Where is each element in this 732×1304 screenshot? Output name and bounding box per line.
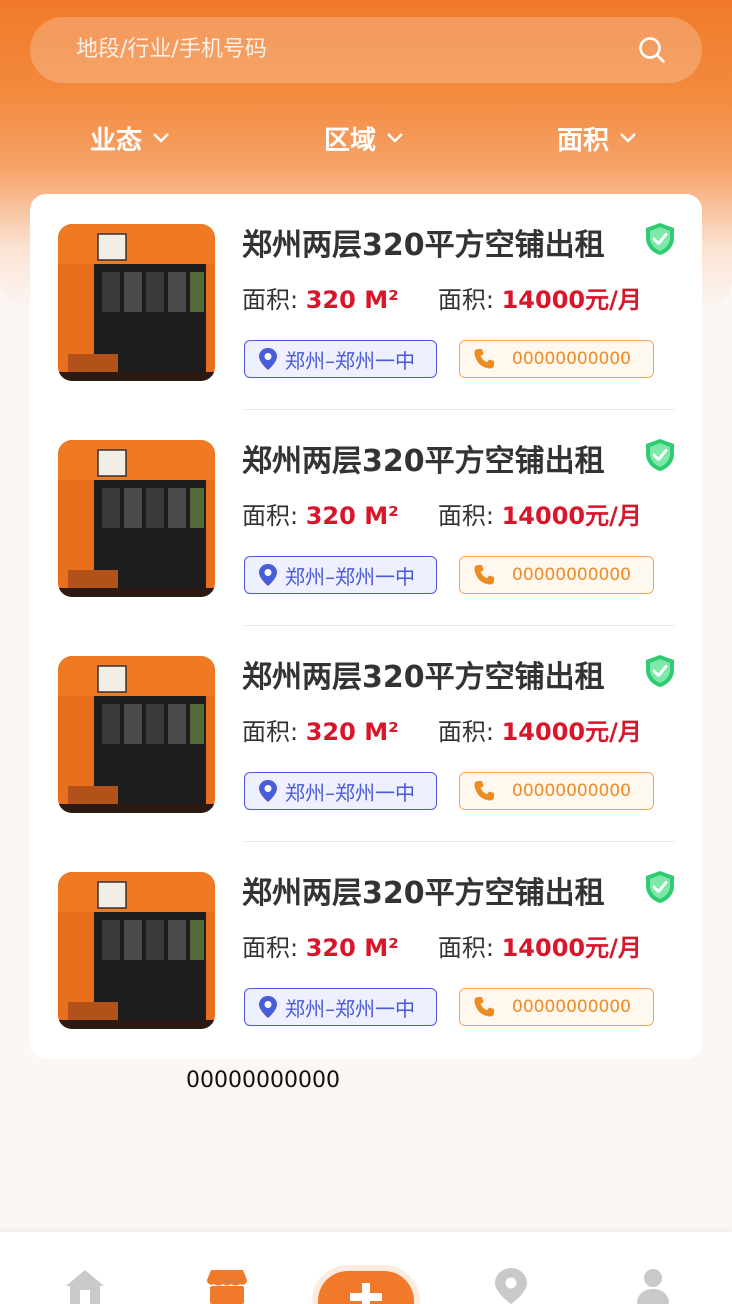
area-value: 320 M² <box>305 502 399 530</box>
price-value: 14000元/月 <box>501 934 642 962</box>
location-tag[interactable]: 郑州–郑州一中 <box>244 340 437 378</box>
location-text: 郑州–郑州一中 <box>285 996 415 1021</box>
phone-text: 00000000000 <box>512 349 631 369</box>
area-value: 320 M² <box>305 934 399 962</box>
listing-specs: 面积: 320 M² 面积: 14000元/月 <box>242 280 642 315</box>
filter-area[interactable]: 面积 <box>557 108 637 168</box>
price-value: 14000元/月 <box>501 502 642 530</box>
listing-specs: 面积: 320 M² 面积: 14000元/月 <box>242 496 642 531</box>
verified-shield-icon <box>646 223 674 255</box>
shop-photo <box>58 872 215 1029</box>
listing-item[interactable]: 郑州两层320平方空铺出租 面积: 320 M² 面积: 14000元/月 郑州… <box>30 626 702 842</box>
filter-area-label: 面积 <box>557 125 610 156</box>
phone-icon <box>474 349 494 369</box>
area-label: 面积: <box>242 934 299 962</box>
verified-shield-icon <box>646 655 674 687</box>
phone-tag[interactable]: 00000000000 <box>459 340 654 378</box>
area-value: 320 M² <box>305 286 399 314</box>
price-label: 面积: <box>437 286 494 314</box>
chevron-down-icon <box>387 133 403 143</box>
chevron-down-icon <box>153 133 169 143</box>
footer-phone-text: 00000000000 <box>186 1068 340 1093</box>
listing-item[interactable]: 郑州两层320平方空铺出租 面积: 320 M² 面积: 14000元/月 郑州… <box>30 194 702 410</box>
location-pin-icon <box>259 780 277 802</box>
listing-item[interactable]: 郑州两层320平方空铺出租 面积: 320 M² 面积: 14000元/月 郑州… <box>30 410 702 626</box>
phone-text: 00000000000 <box>512 997 631 1017</box>
location-text: 郑州–郑州一中 <box>285 564 415 589</box>
location-text: 郑州–郑州一中 <box>285 348 415 373</box>
location-pin-icon <box>259 348 277 370</box>
location-pin-icon <box>259 564 277 586</box>
profile-icon[interactable] <box>637 1268 669 1304</box>
price-label: 面积: <box>437 934 494 962</box>
listing-title: 郑州两层320平方空铺出租 <box>242 660 605 695</box>
filter-industry[interactable]: 业态 <box>90 108 170 168</box>
phone-tag[interactable]: 00000000000 <box>459 556 654 594</box>
search-bar[interactable]: 地段/行业/手机号码 <box>30 17 702 83</box>
phone-text: 00000000000 <box>512 781 631 801</box>
shop-icon[interactable] <box>207 1268 247 1304</box>
verified-shield-icon <box>646 871 674 903</box>
shop-photo <box>58 656 215 813</box>
listing-specs: 面积: 320 M² 面积: 14000元/月 <box>242 712 642 747</box>
area-value: 320 M² <box>305 718 399 746</box>
publish-plus-icon <box>350 1283 382 1304</box>
verified-shield-icon <box>646 439 674 471</box>
location-pin-icon <box>259 996 277 1018</box>
location-text: 郑州–郑州一中 <box>285 780 415 805</box>
price-value: 14000元/月 <box>501 286 642 314</box>
publish-button[interactable] <box>318 1271 414 1304</box>
price-label: 面积: <box>437 718 494 746</box>
area-label: 面积: <box>242 718 299 746</box>
filter-bar: 业态 区域 面积 <box>0 108 732 168</box>
phone-text: 00000000000 <box>512 565 631 585</box>
location-tag[interactable]: 郑州–郑州一中 <box>244 988 437 1026</box>
search-input[interactable]: 地段/行业/手机号码 <box>76 17 267 83</box>
location-tag[interactable]: 郑州–郑州一中 <box>244 772 437 810</box>
shop-photo <box>58 440 215 597</box>
filter-region-label: 区域 <box>324 125 377 156</box>
location-tag[interactable]: 郑州–郑州一中 <box>244 556 437 594</box>
phone-tag[interactable]: 00000000000 <box>459 772 654 810</box>
phone-tag[interactable]: 00000000000 <box>459 988 654 1026</box>
listing-specs: 面积: 320 M² 面积: 14000元/月 <box>242 928 642 963</box>
phone-icon <box>474 781 494 801</box>
chevron-down-icon <box>620 133 636 143</box>
phone-icon <box>474 565 494 585</box>
price-label: 面积: <box>437 502 494 530</box>
search-icon[interactable] <box>638 36 666 64</box>
listing-title: 郑州两层320平方空铺出租 <box>242 876 605 911</box>
listing-title: 郑州两层320平方空铺出租 <box>242 228 605 263</box>
area-label: 面积: <box>242 502 299 530</box>
phone-icon <box>474 997 494 1017</box>
shop-photo <box>58 224 215 381</box>
home-icon[interactable] <box>64 1268 106 1304</box>
filter-region[interactable]: 区域 <box>324 108 404 168</box>
location-icon[interactable] <box>494 1268 528 1304</box>
filter-industry-label: 业态 <box>90 125 143 156</box>
area-label: 面积: <box>242 286 299 314</box>
bottom-tab-bar <box>0 1232 732 1304</box>
page: 地段/行业/手机号码 业态 区域 面积 郑州两层320平方空铺出租 面积: 32… <box>0 0 732 1304</box>
price-value: 14000元/月 <box>501 718 642 746</box>
listing-title: 郑州两层320平方空铺出租 <box>242 444 605 479</box>
listing-card: 郑州两层320平方空铺出租 面积: 320 M² 面积: 14000元/月 郑州… <box>30 194 702 1059</box>
listing-item[interactable]: 郑州两层320平方空铺出租 面积: 320 M² 面积: 14000元/月 郑州… <box>30 842 702 1058</box>
